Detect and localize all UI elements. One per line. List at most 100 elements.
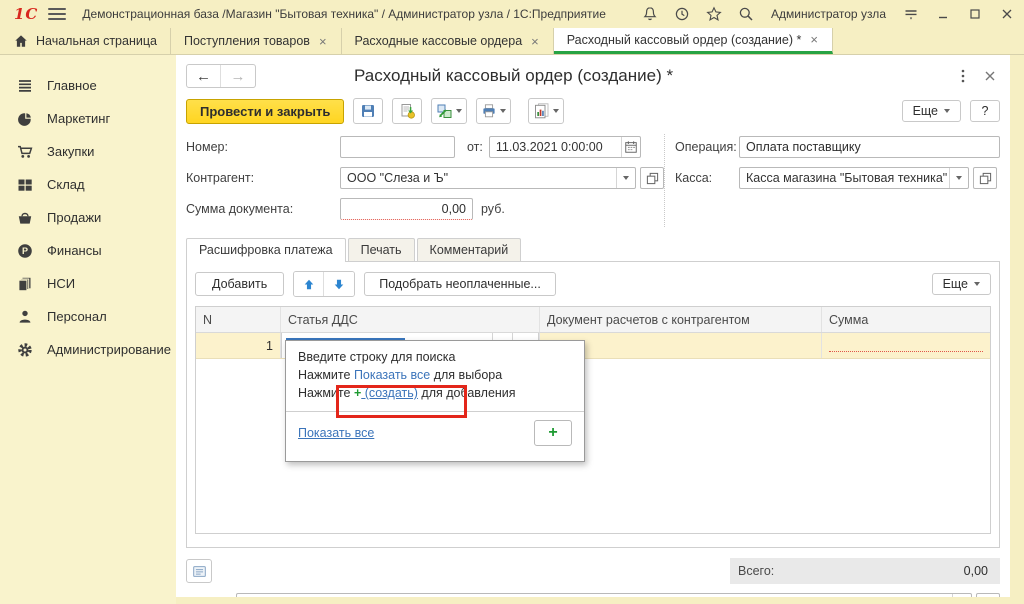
post-document-button[interactable] <box>392 98 422 124</box>
close-tab-icon[interactable]: × <box>530 34 540 49</box>
current-user[interactable]: Администратор узла <box>771 7 886 21</box>
history-icon[interactable] <box>673 5 691 23</box>
popup-hint-create: Нажмите + (создать) для добавления <box>298 386 572 400</box>
move-row-down-button[interactable] <box>324 272 354 296</box>
home-icon <box>14 34 28 48</box>
total-strip: Всего: 0,00 <box>730 558 1000 584</box>
print-button[interactable] <box>476 98 511 124</box>
reports-button[interactable] <box>528 98 564 124</box>
table-header-row: N Статья ДДС Документ расчетов с контраг… <box>196 307 990 333</box>
sidebar-item-personal[interactable]: Персонал <box>0 300 176 333</box>
person-icon <box>16 308 33 325</box>
sidebar-item-nsi[interactable]: НСИ <box>0 267 176 300</box>
table-more-button[interactable]: Еще <box>932 273 991 295</box>
main-hamburger-icon[interactable] <box>48 8 66 20</box>
cashier-open-button[interactable] <box>976 593 1000 597</box>
close-tab-icon[interactable]: × <box>809 32 819 47</box>
nav-back-button[interactable]: ← <box>187 65 221 87</box>
operation-label: Операция: <box>675 140 739 154</box>
pie-chart-icon <box>16 110 33 127</box>
form-more-button[interactable]: Еще <box>902 100 961 122</box>
search-icon[interactable] <box>737 5 755 23</box>
detail-tab-pechat[interactable]: Печать <box>348 238 415 262</box>
arrow-up-icon <box>303 278 315 291</box>
show-all-inline-link[interactable]: Показать все <box>354 368 430 382</box>
contractor-open-button[interactable] <box>640 167 664 189</box>
create-inline-link[interactable]: (создать) <box>361 386 418 400</box>
comment-icon <box>192 564 207 579</box>
detail-tab-rasshifrovka[interactable]: Расшифровка платежа <box>186 238 346 262</box>
form-close-icon[interactable] <box>984 70 996 82</box>
close-window-button[interactable] <box>998 5 1016 23</box>
cashier-input[interactable]: Администратор узла <box>237 594 952 597</box>
number-input[interactable] <box>340 136 455 158</box>
tab-home[interactable]: Начальная страница <box>0 28 171 54</box>
sidebar-item-glavnoe[interactable]: Главное <box>0 69 176 102</box>
sum-cell[interactable] <box>822 333 990 358</box>
date-input[interactable]: 11.03.2021 0:00:00 <box>490 137 621 157</box>
contractor-input[interactable]: ООО "Слеза и Ъ" <box>341 168 616 188</box>
svg-text:Р: Р <box>21 246 27 256</box>
date-label: от: <box>467 140 483 154</box>
cashbox-label: Касса: <box>675 171 739 185</box>
window-title: Демонстрационная база /Магазин "Бытовая … <box>82 7 606 21</box>
chevron-down-icon <box>456 109 462 113</box>
printer-icon <box>481 103 497 119</box>
close-tab-icon[interactable]: × <box>318 34 328 49</box>
sidebar-item-zakupki[interactable]: Закупки <box>0 135 176 168</box>
amount-input[interactable]: 0,00 <box>340 198 473 220</box>
cashbox-dropdown-icon[interactable] <box>949 168 968 188</box>
maximize-button[interactable] <box>966 5 984 23</box>
row-number-cell: 1 <box>196 333 281 358</box>
chevron-down-icon <box>500 109 506 113</box>
cashbox-open-button[interactable] <box>973 167 997 189</box>
cashbox-input[interactable]: Касса магазина "Бытовая техника" <box>740 168 949 188</box>
post-document-icon <box>399 103 416 119</box>
comment-button[interactable] <box>186 559 212 583</box>
tab-rashodnye-kassovye-ordera[interactable]: Расходные кассовые ордера × <box>342 28 554 54</box>
operation-input[interactable]: Оплата поставщику <box>739 136 1000 158</box>
popup-hint-show-all: Нажмите Показать все для выбора <box>298 368 572 382</box>
open-windows-tabbar: Начальная страница Поступления товаров ×… <box>0 28 1024 55</box>
contractor-dropdown-icon[interactable] <box>616 168 635 188</box>
currency-label: руб. <box>481 202 505 216</box>
help-button[interactable]: ? <box>970 100 1000 122</box>
chevron-down-icon <box>944 109 950 113</box>
basket-icon <box>16 209 33 226</box>
minimize-button[interactable] <box>934 5 952 23</box>
sections-sidebar: Главное Маркетинг Закупки Склад Продажи … <box>0 55 176 604</box>
total-value: 0,00 <box>782 564 992 578</box>
pick-unpaid-button[interactable]: Подобрать неоплаченные... <box>364 272 556 296</box>
cashier-dropdown-icon[interactable] <box>952 594 971 597</box>
nav-forward-button[interactable]: → <box>221 65 255 87</box>
number-label: Номер: <box>186 140 340 154</box>
move-row-up-button[interactable] <box>294 272 324 296</box>
arrow-down-icon <box>333 278 345 291</box>
create-new-button[interactable]: + <box>534 420 572 446</box>
sidebar-item-marketing[interactable]: Маркетинг <box>0 102 176 135</box>
calendar-icon[interactable] <box>621 137 640 157</box>
form-menu-kebab-icon[interactable] <box>960 68 966 84</box>
notifications-bell-icon[interactable] <box>641 5 659 23</box>
show-all-link[interactable]: Показать все <box>298 426 374 440</box>
tab-postupleniya-tovarov[interactable]: Поступления товаров × <box>171 28 342 54</box>
save-button[interactable] <box>353 98 383 124</box>
warehouse-boxes-icon <box>16 176 33 193</box>
detail-tab-kommentariy[interactable]: Комментарий <box>417 238 522 262</box>
sidebar-item-prodazhi[interactable]: Продажи <box>0 201 176 234</box>
post-and-close-button[interactable]: Провести и закрыть <box>186 99 344 124</box>
ruble-circle-icon: Р <box>16 242 33 259</box>
form-title: Расходный кассовый ордер (создание) * <box>354 66 960 86</box>
sidebar-item-finansy[interactable]: Р Финансы <box>0 234 176 267</box>
add-row-button[interactable]: Добавить <box>195 272 284 296</box>
service-menu-icon[interactable] <box>902 5 920 23</box>
chevron-down-icon <box>974 282 980 286</box>
sidebar-item-administrirovanie[interactable]: Администрирование <box>0 333 176 366</box>
favorites-star-icon[interactable] <box>705 5 723 23</box>
floppy-icon <box>360 103 376 119</box>
tab-rashodny-kassovy-order-active[interactable]: Расходный кассовый ордер (создание) * × <box>554 28 833 54</box>
sidebar-item-sklad[interactable]: Склад <box>0 168 176 201</box>
popup-hint-search: Введите строку для поиска <box>298 350 572 364</box>
1c-logo: 1С <box>14 5 38 23</box>
create-based-on-button[interactable] <box>431 98 467 124</box>
